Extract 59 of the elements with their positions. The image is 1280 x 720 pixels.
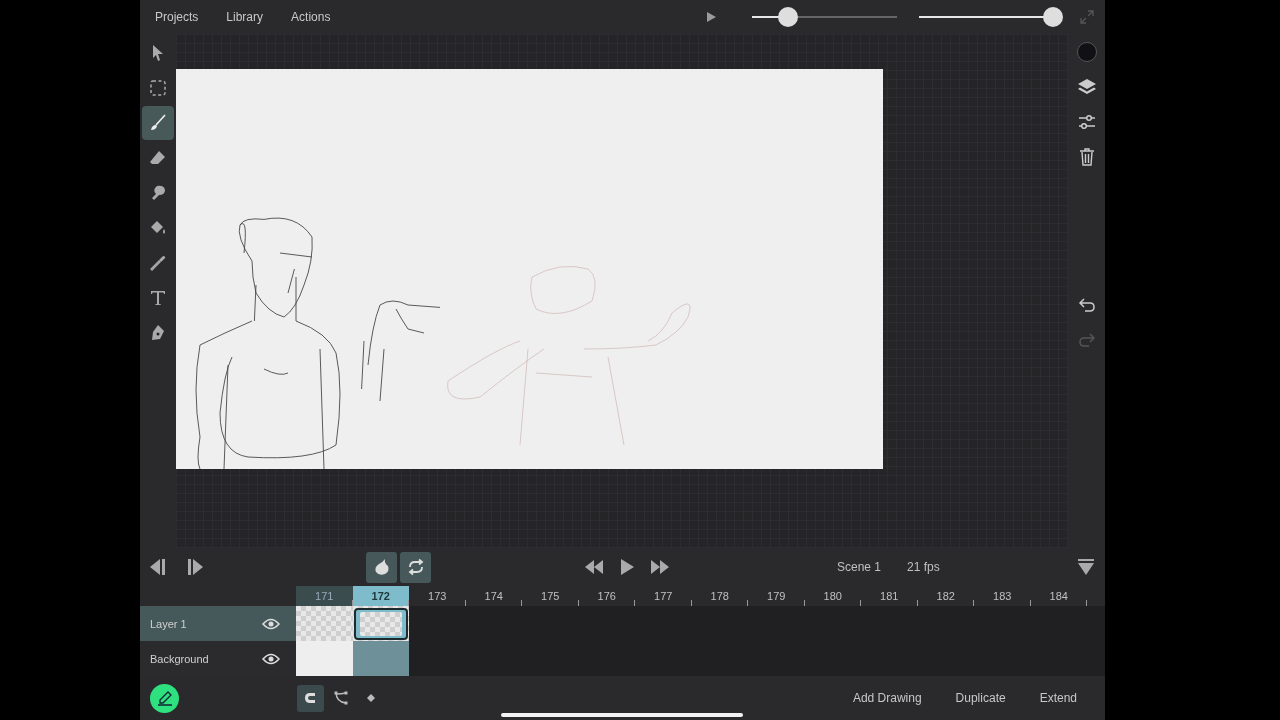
- frame-number[interactable]: 177: [635, 586, 692, 606]
- color-swatch[interactable]: [1076, 42, 1097, 62]
- frame-number[interactable]: 176: [578, 586, 635, 606]
- layer-row[interactable]: Background: [140, 641, 296, 676]
- frame-number[interactable]: 180: [804, 586, 861, 606]
- onion-icon: [372, 558, 391, 576]
- frame-number[interactable]: 171: [296, 586, 353, 606]
- action-button[interactable]: Duplicate: [949, 687, 1012, 709]
- frame-number[interactable]: 183: [974, 586, 1031, 606]
- frame-number[interactable]: 173: [409, 586, 466, 606]
- loop-button[interactable]: [400, 551, 431, 583]
- tool-button[interactable]: [142, 106, 174, 140]
- magnet-button[interactable]: [297, 684, 324, 712]
- play-icon[interactable]: [707, 12, 716, 22]
- collapse-timeline-icon[interactable]: [1077, 558, 1095, 576]
- frame-number[interactable]: 172: [352, 586, 409, 606]
- menu-item[interactable]: Library: [223, 8, 267, 26]
- frame-number[interactable]: 175: [522, 586, 579, 606]
- play-icon[interactable]: [620, 559, 634, 575]
- frame-rate[interactable]: 21 fps: [907, 560, 940, 574]
- sliders-icon[interactable]: [1076, 112, 1097, 132]
- eraser-icon: [149, 149, 167, 167]
- frame-number[interactable]: 184: [1030, 586, 1087, 606]
- loop-icon: [406, 558, 425, 576]
- eyedropper-icon: [149, 254, 167, 272]
- canvas-workspace[interactable]: [176, 34, 1068, 548]
- text-icon: [149, 289, 167, 307]
- pen-nib-icon: [149, 324, 167, 342]
- action-button[interactable]: Extend: [1033, 687, 1083, 709]
- layers-icon[interactable]: [1076, 77, 1097, 97]
- fast-forward-icon[interactable]: [650, 560, 670, 574]
- frame-number[interactable]: 174: [465, 586, 522, 606]
- layer-name: Layer 1: [150, 617, 187, 630]
- frame-number[interactable]: 178: [691, 586, 748, 606]
- undo-icon[interactable]: [1076, 295, 1097, 315]
- selection-icon: [149, 79, 167, 97]
- frame-cell[interactable]: [352, 641, 409, 676]
- next-frame-icon[interactable]: [185, 558, 205, 576]
- frame-cell[interactable]: [296, 606, 353, 641]
- frame-cell[interactable]: [296, 641, 353, 676]
- layer-row[interactable]: Layer 1: [140, 606, 296, 641]
- eye-icon[interactable]: [262, 617, 280, 630]
- rewind-icon[interactable]: [584, 560, 604, 574]
- frame-cell[interactable]: [352, 606, 409, 641]
- eye-icon[interactable]: [262, 652, 280, 665]
- onion-skin-button[interactable]: [366, 551, 397, 583]
- path-icon: [332, 690, 349, 706]
- menu-item[interactable]: Actions: [288, 8, 334, 26]
- frame-number[interactable]: 181: [861, 586, 918, 606]
- pencil-button[interactable]: [150, 683, 179, 713]
- frame-number[interactable]: 182: [917, 586, 974, 606]
- scene-name[interactable]: Scene 1: [837, 560, 882, 574]
- brush-icon: [149, 114, 167, 132]
- menu-item[interactable]: Projects: [152, 8, 202, 26]
- action-button[interactable]: Add Drawing: [846, 687, 928, 709]
- pencil-icon: [156, 690, 173, 706]
- layer-name: Background: [150, 652, 209, 665]
- frame-number[interactable]: 179: [748, 586, 805, 606]
- previous-frame-icon[interactable]: [148, 558, 168, 576]
